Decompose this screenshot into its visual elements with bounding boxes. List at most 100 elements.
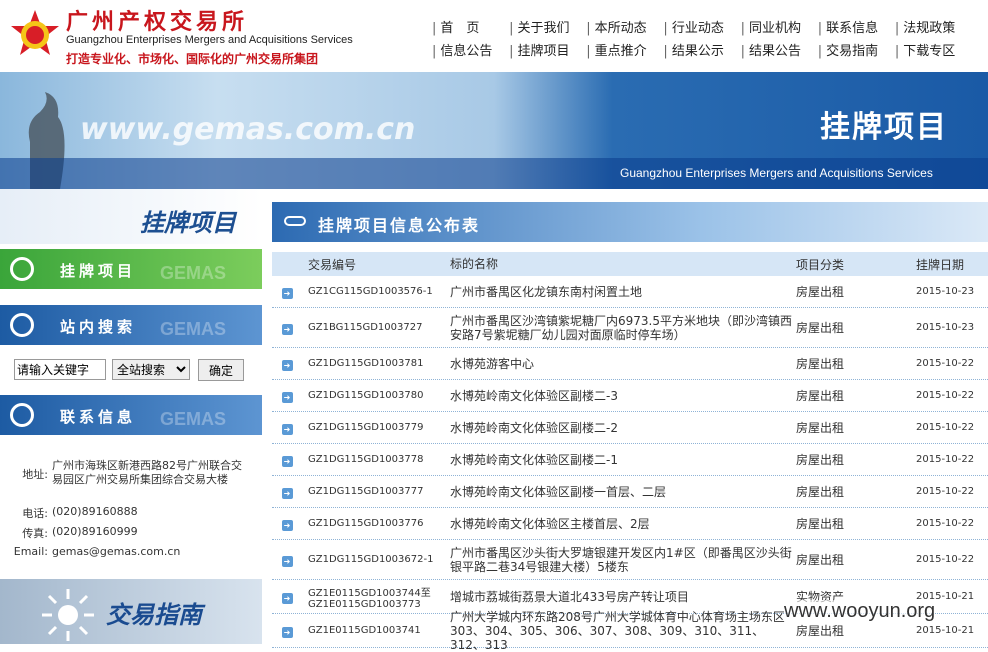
row-type: 房屋出租 [796,553,845,567]
table-body: ➜ GZ1CG115GD1003576-1 广州市番禺区化龙镇东南村闲置土地 房屋出租… [272,276,988,652]
nav-guide[interactable]: 交易指南 [818,40,895,59]
row-name-link[interactable]: 水博苑岭南文化体验区副楼二-2 [444,421,792,435]
row-name-link[interactable]: 水博苑岭南文化体验区副楼一首层、二层 [444,485,792,499]
row-name-link[interactable]: 广州市番禺区沙头街大罗塘银建开发区内1#区（即番禺区沙头街银平路二巷34号银建大… [444,546,792,574]
phone-key: 电话: [22,507,48,520]
row-name-link[interactable]: 水博苑岭南文化体验区副楼二-3 [444,389,792,403]
contact-fax: 传真: (020)89160999 [0,525,252,541]
search-button[interactable]: 确定 [198,359,244,381]
row-id: GZ1E0115GD1003741 [308,625,421,636]
row-id: GZ1DG115GD1003781 [308,358,424,369]
row-id: GZ1E0115GD1003744至GZ1E0115GD1003773 [308,587,431,610]
table-row[interactable]: ➜ GZ1DG115GD1003777 水博苑岭南文化体验区副楼一首层、二层 房屋出租… [272,476,988,508]
banner-url: www.gemas.com.cn [80,112,416,147]
gemas-watermark: GEMAS [160,263,227,283]
email-key: Email: [13,545,48,558]
contact-phone: 电话: (020)89160888 [0,505,252,521]
row-id: GZ1DG115GD1003672-1 [308,554,434,565]
table-row[interactable]: ➜ GZ1DG115GD1003672-1 广州市番禺区沙头街大罗塘银建开发区内1#… [272,540,988,580]
row-id: GZ1DG115GD1003776 [308,518,424,529]
gemas-watermark: GEMAS [160,409,227,429]
nav-results-notice[interactable]: 结果公告 [741,40,818,59]
nav-row-2: 信息公告 挂牌项目 重点推介 结果公示 结果公告 交易指南 下载专区 [432,38,972,61]
nav-row-1: 首 页 关于我们 本所动态 行业动态 同业机构 联系信息 法规政策 [432,15,972,38]
sidebar: 挂牌项目 挂牌项目 GEMAS 站内搜索 GEMAS 全站搜索 确定 联系信息 … [0,189,262,644]
row-arrow-icon: ➜ [272,321,302,335]
sun-icon [42,589,94,641]
email-value[interactable]: gemas@gemas.com.cn [52,545,252,559]
row-type: 房屋出租 [796,421,845,435]
watermark-text: www.wooyun.org [784,600,936,623]
table-row[interactable]: ➜ GZ1CG115GD1003576-1 广州市番禺区化龙镇东南村闲置土地 房屋出租… [272,276,988,308]
address-key: 地址: [22,468,48,481]
top-nav: 首 页 关于我们 本所动态 行业动态 同业机构 联系信息 法规政策 信息公告 挂… [432,15,972,61]
sidebar-title-text: 挂牌项目 [140,209,236,237]
circle-icon [10,257,34,281]
circle-icon [10,313,34,337]
gemas-watermark: GEMAS [160,319,227,339]
key-icon [284,216,306,226]
col-date: 挂牌日期 [916,257,965,272]
row-date: 2015-10-22 [916,422,975,433]
site-name-en: Guangzhou Enterprises Mergers and Acquis… [66,34,353,46]
row-name-link[interactable]: 广州市番禺区沙湾镇紫坭糖厂内6973.5平方米地块（即沙湾镇西安路7号紫坭糖厂幼… [444,314,792,342]
nav-industry[interactable]: 行业动态 [663,17,740,36]
main-title: 挂牌项目信息公布表 [318,216,481,235]
row-type: 房屋出租 [796,517,845,531]
nav-listings[interactable]: 挂牌项目 [509,40,586,59]
row-arrow-icon: ➜ [272,624,302,638]
row-name-link[interactable]: 水博苑游客中心 [444,357,792,371]
search-input[interactable] [14,359,106,380]
sidebar-search-label: 站内搜索 [60,318,137,336]
nav-results-publicity[interactable]: 结果公示 [663,40,740,59]
address-value: 广州市海珠区新港西路82号广州联合交易园区广州交易所集团综合交易大楼 [52,459,242,486]
row-arrow-icon: ➜ [272,453,302,467]
table-row[interactable]: ➜ GZ1DG115GD1003779 水博苑岭南文化体验区副楼二-2 房屋出租 201… [272,412,988,444]
row-name-link[interactable]: 增城市荔城街荔景大道北433号房产转让项目 [444,590,792,604]
nav-downloads[interactable]: 下载专区 [895,40,972,59]
nav-about[interactable]: 关于我们 [509,17,586,36]
row-date: 2015-10-22 [916,518,975,529]
row-name-link[interactable]: 广州大学城内环东路208号广州大学城体育中心体育场主场东区303、304、305… [444,610,792,652]
fax-key: 传真: [22,527,48,540]
row-arrow-icon: ➜ [272,590,302,604]
main-content: 挂牌项目信息公布表 交易编号 标的名称 项目分类 挂牌日期 ➜ GZ1CG115G… [272,202,988,652]
col-id: 交易编号 [308,257,357,272]
nav-laws[interactable]: 法规政策 [895,17,972,36]
nav-peers[interactable]: 同业机构 [741,17,818,36]
sidebar-contact-label: 联系信息 [60,408,137,426]
row-name-link[interactable]: 水博苑岭南文化体验区主楼首层、2层 [444,517,792,531]
table-row[interactable]: ➜ GZ1DG115GD1003776 水博苑岭南文化体验区主楼首层、2层 房屋出租 2… [272,508,988,540]
row-name-link[interactable]: 广州市番禺区化龙镇东南村闲置土地 [444,285,792,299]
row-arrow-icon: ➜ [272,389,302,403]
trade-guide-banner[interactable]: 交易指南 [0,579,262,644]
row-arrow-icon: ➜ [272,485,302,499]
row-name-link[interactable]: 水博苑岭南文化体验区副楼二-1 [444,453,792,467]
row-date: 2015-10-21 [916,625,975,636]
trade-guide-label: 交易指南 [106,601,202,629]
table-row[interactable]: ➜ GZ1BG115GD1003727 广州市番禺区沙湾镇紫坭糖厂内6973.5平方… [272,308,988,348]
phone-value: (020)89160888 [52,505,138,518]
row-arrow-icon: ➜ [272,517,302,531]
search-scope-select[interactable]: 全站搜索 [112,359,190,380]
sidebar-item-listings[interactable]: 挂牌项目 GEMAS [0,249,262,289]
nav-home[interactable]: 首 页 [432,17,509,36]
row-date: 2015-10-22 [916,554,975,565]
nav-news[interactable]: 本所动态 [586,17,663,36]
row-id: GZ1DG115GD1003779 [308,422,424,433]
table-row[interactable]: ➜ GZ1DG115GD1003778 水博苑岭南文化体验区副楼二-1 房屋出租 201… [272,444,988,476]
row-date: 2015-10-23 [916,322,975,333]
logo-emblem[interactable] [8,8,62,62]
sidebar-search-header: 站内搜索 GEMAS [0,305,262,345]
sidebar-title: 挂牌项目 [0,189,262,244]
table-row[interactable]: ➜ GZ1DG115GD1003781 水博苑游客中心 房屋出租 2015-10-22 [272,348,988,380]
row-type: 房屋出租 [796,624,845,638]
banner: www.gemas.com.cn 挂牌项目 Guangzhou Enterpri… [0,72,988,189]
site-name-cn: 广州产权交易所 [66,9,249,35]
table-row[interactable]: ➜ GZ1DG115GD1003780 水博苑岭南文化体验区副楼二-3 房屋出租 201… [272,380,988,412]
site-slogan: 打造专业化、市场化、国际化的广州交易所集团 [66,52,319,66]
nav-notices[interactable]: 信息公告 [432,40,509,59]
nav-contact[interactable]: 联系信息 [818,17,895,36]
sidebar-item-label: 挂牌项目 [60,262,137,280]
nav-featured[interactable]: 重点推介 [586,40,663,59]
